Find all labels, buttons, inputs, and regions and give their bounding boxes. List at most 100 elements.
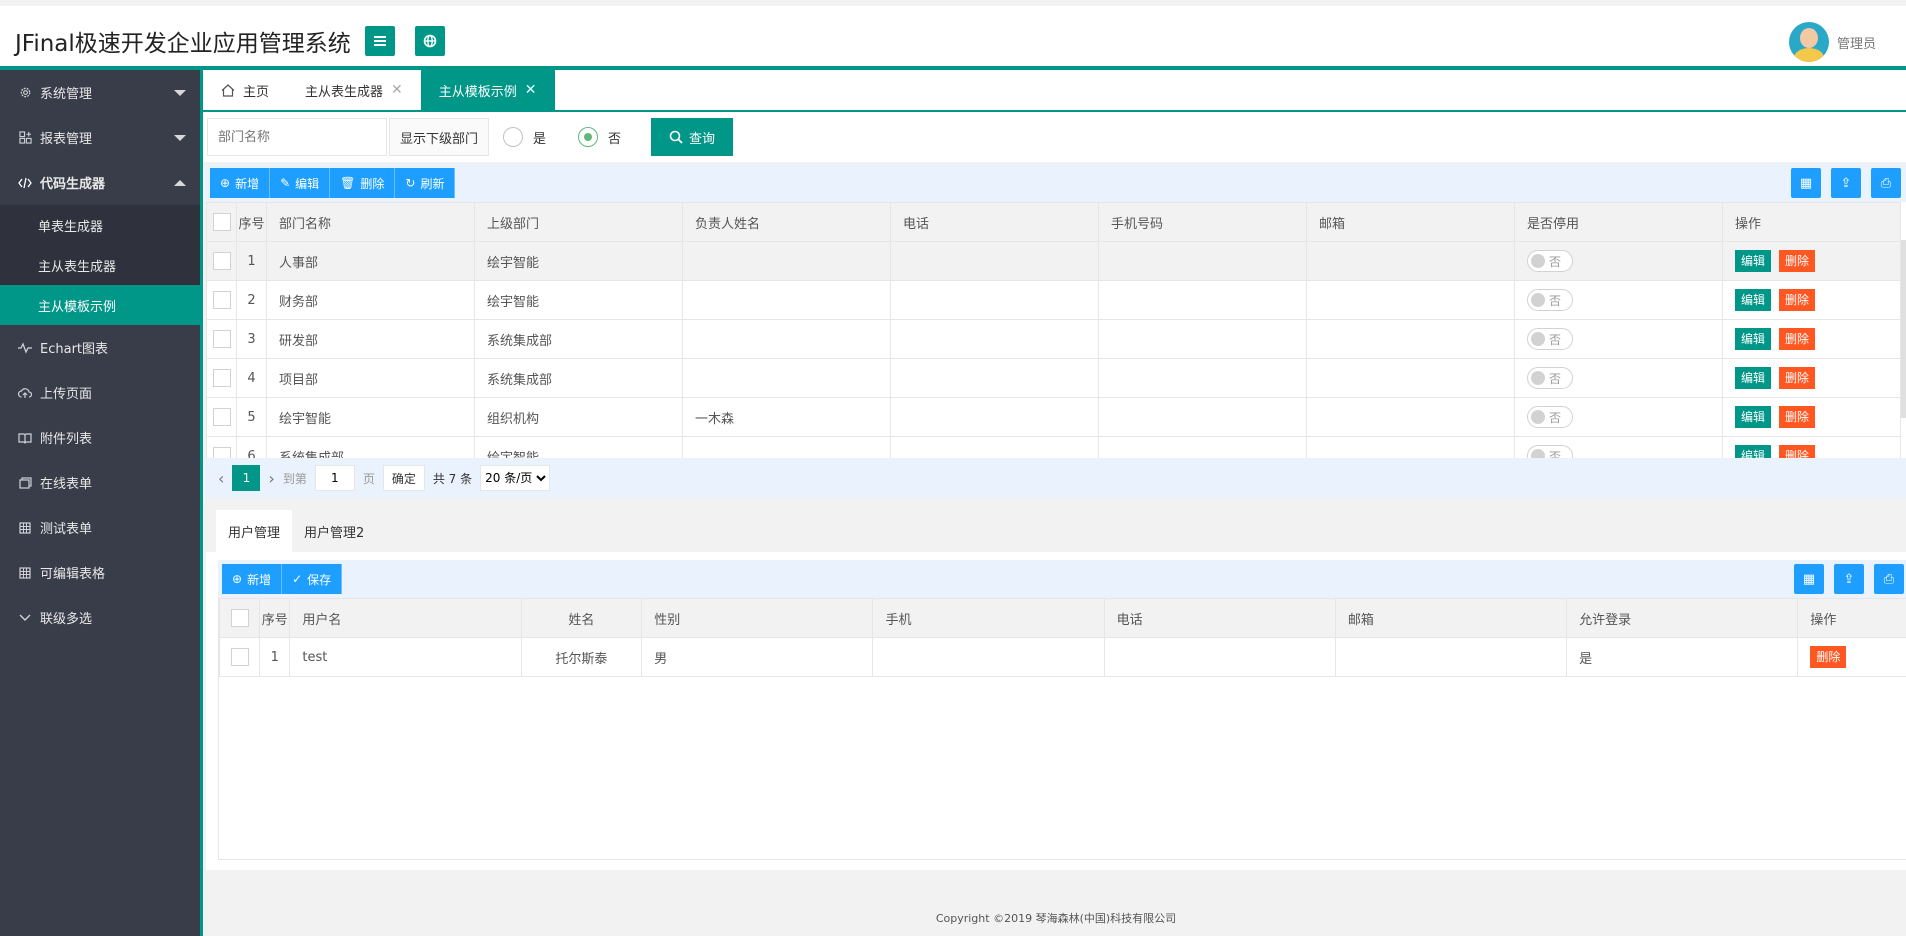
switch-knob — [1531, 410, 1545, 424]
disabled-switch[interactable]: 否 — [1527, 367, 1573, 389]
row-edit-button[interactable]: 编辑 — [1735, 250, 1772, 272]
current-page[interactable]: 1 — [232, 465, 261, 491]
print-icon[interactable]: ⎙ — [1871, 168, 1901, 198]
row-edit-button[interactable]: 编辑 — [1735, 406, 1772, 428]
row-checkbox-cell[interactable] — [206, 358, 237, 398]
cell-dept-name: 人事部 — [266, 241, 475, 281]
checkbox[interactable] — [212, 252, 231, 270]
row-delete-button[interactable]: 删除 — [1779, 289, 1816, 311]
sidebar-item-attachments[interactable]: 附件列表 — [0, 415, 200, 460]
row-edit-button[interactable]: 编辑 — [1735, 289, 1772, 311]
goto-page-input[interactable] — [314, 465, 355, 491]
checkbox[interactable] — [212, 369, 231, 387]
disabled-switch[interactable]: 否 — [1527, 328, 1573, 350]
user-subtabs: 用户管理 用户管理2 — [206, 510, 1906, 552]
row-delete-button[interactable]: 删除 — [1779, 367, 1816, 389]
delete-button[interactable]: 🗑 删除 — [330, 168, 396, 198]
print-icon[interactable]: ⎙ — [1874, 564, 1904, 594]
dept-table: 序号 部门名称 上级部门 负责人姓名 电话 手机号码 邮箱 是否停用 操作 1人… — [206, 202, 1901, 476]
row-edit-button[interactable]: 编辑 — [1735, 328, 1772, 350]
page-size-select[interactable]: 20 条/页 — [480, 465, 551, 491]
checkbox[interactable] — [212, 291, 231, 309]
sidebar-item-cascade-select[interactable]: 联级多选 — [0, 595, 200, 640]
submenu-master-detail-template[interactable]: 主从模板示例 — [0, 285, 200, 325]
prev-page-icon[interactable]: ‹ — [218, 469, 224, 488]
disabled-switch[interactable]: 否 — [1527, 289, 1573, 311]
sidebar-item-codegen[interactable]: 代码生成器 — [0, 160, 200, 205]
submenu-master-detail[interactable]: 主从表生成器 — [0, 245, 200, 285]
sidebar-item-online-form[interactable]: 在线表单 — [0, 460, 200, 505]
sidebar-item-editable-table[interactable]: 可编辑表格 — [0, 550, 200, 595]
disabled-switch[interactable]: 否 — [1527, 250, 1573, 272]
cell-dept-name: 财务部 — [266, 280, 475, 320]
globe-button[interactable] — [415, 26, 445, 56]
row-checkbox-cell[interactable] — [206, 241, 237, 281]
columns-icon[interactable]: ▦ — [1791, 168, 1821, 198]
user-menu[interactable]: 管理员 — [1788, 22, 1876, 62]
button-label: 刷新 — [420, 176, 445, 191]
col-header: 部门名称 — [266, 202, 475, 242]
table-row[interactable]: 1 test 托尔斯泰男 是删除 — [218, 637, 1906, 677]
subtab-user-mgmt[interactable]: 用户管理 — [216, 510, 293, 552]
add-button[interactable]: ⊕ 新增 — [210, 168, 271, 198]
save-button[interactable]: ✓ 保存 — [282, 564, 343, 594]
close-icon[interactable]: ✕ — [391, 82, 403, 98]
confirm-page-button[interactable]: 确定 — [382, 465, 425, 491]
row-edit-button[interactable]: 编辑 — [1735, 367, 1772, 389]
sidebar-item-report[interactable]: 报表管理 — [0, 115, 200, 160]
checkbox[interactable] — [230, 648, 249, 666]
table-row[interactable]: 1 人事部 绘宇智能 否 编辑 删除 — [206, 241, 1901, 281]
dept-name-input[interactable] — [207, 118, 387, 156]
row-checkbox-cell[interactable] — [206, 280, 237, 320]
edit-button[interactable]: ✎ 编辑 — [270, 168, 331, 198]
disabled-switch[interactable]: 否 — [1527, 406, 1573, 428]
sidebar-item-upload[interactable]: 上传页面 — [0, 370, 200, 415]
close-icon[interactable]: ✕ — [525, 82, 537, 98]
switch-label: 否 — [1549, 410, 1562, 425]
sidebar-item-system[interactable]: 系统管理 — [0, 70, 200, 115]
radio-no[interactable]: 否 — [578, 127, 621, 147]
select-all-cell[interactable] — [218, 598, 261, 638]
add-user-button[interactable]: ⊕ 新增 — [222, 564, 283, 594]
search-button[interactable]: 查询 — [651, 118, 734, 156]
export-icon[interactable]: ⇪ — [1831, 168, 1861, 198]
table-row[interactable]: 4 项目部 系统集成部 否 编辑 删除 — [206, 358, 1901, 398]
report-icon — [18, 131, 32, 145]
row-checkbox-cell[interactable] — [218, 637, 261, 677]
row-delete-button[interactable]: 删除 — [1779, 328, 1816, 350]
sidebar-item-echart[interactable]: Echart图表 — [0, 325, 200, 370]
row-delete-button[interactable]: 删除 — [1779, 406, 1816, 428]
refresh-button[interactable]: ↻ 刷新 — [395, 168, 456, 198]
export-icon[interactable]: ⇪ — [1834, 564, 1864, 594]
row-checkbox-cell[interactable] — [206, 319, 237, 359]
checkbox[interactable] — [230, 609, 249, 627]
goto-label: 到第 — [282, 471, 307, 486]
subtab-user-mgmt2[interactable]: 用户管理2 — [292, 510, 376, 552]
select-all-cell[interactable] — [206, 202, 237, 242]
submenu-single-table[interactable]: 单表生成器 — [0, 205, 200, 245]
switch-knob — [1531, 371, 1545, 385]
tab-master-detail-template[interactable]: 主从模板示例 ✕ — [420, 70, 555, 110]
row-delete-button[interactable]: 删除 — [1779, 250, 1816, 272]
columns-icon[interactable]: ▦ — [1794, 564, 1824, 594]
sidebar-item-test-form[interactable]: 测试表单 — [0, 505, 200, 550]
next-page-icon[interactable]: › — [268, 469, 274, 488]
checkbox[interactable] — [212, 330, 231, 348]
table-row[interactable]: 3 研发部 系统集成部 否 编辑 删除 — [206, 319, 1901, 359]
table-row[interactable]: 5 绘宇智能 组织机构 一木森 否 编辑 删除 — [206, 397, 1901, 437]
checkbox[interactable] — [212, 213, 231, 231]
radio-yes[interactable]: 是 — [503, 127, 546, 147]
code-icon — [18, 176, 32, 190]
checkbox[interactable] — [212, 408, 231, 426]
row-checkbox-cell[interactable] — [206, 397, 237, 437]
row-delete-button[interactable]: 删除 — [1810, 646, 1847, 668]
col-header: 序号 — [259, 598, 291, 638]
user-toolbar: ⊕ 新增 ✓ 保存 ▦ ⇪ ⎙ — [218, 560, 1906, 598]
tab-home[interactable]: 主页 — [203, 70, 287, 110]
caret-down-icon — [174, 90, 186, 96]
tab-master-detail[interactable]: 主从表生成器 ✕ — [287, 70, 421, 110]
table-scrollbar[interactable] — [1901, 240, 1906, 418]
cell-no: 1 — [236, 241, 267, 281]
menu-toggle-button[interactable] — [365, 26, 395, 56]
table-row[interactable]: 2 财务部 绘宇智能 否 编辑 删除 — [206, 280, 1901, 320]
